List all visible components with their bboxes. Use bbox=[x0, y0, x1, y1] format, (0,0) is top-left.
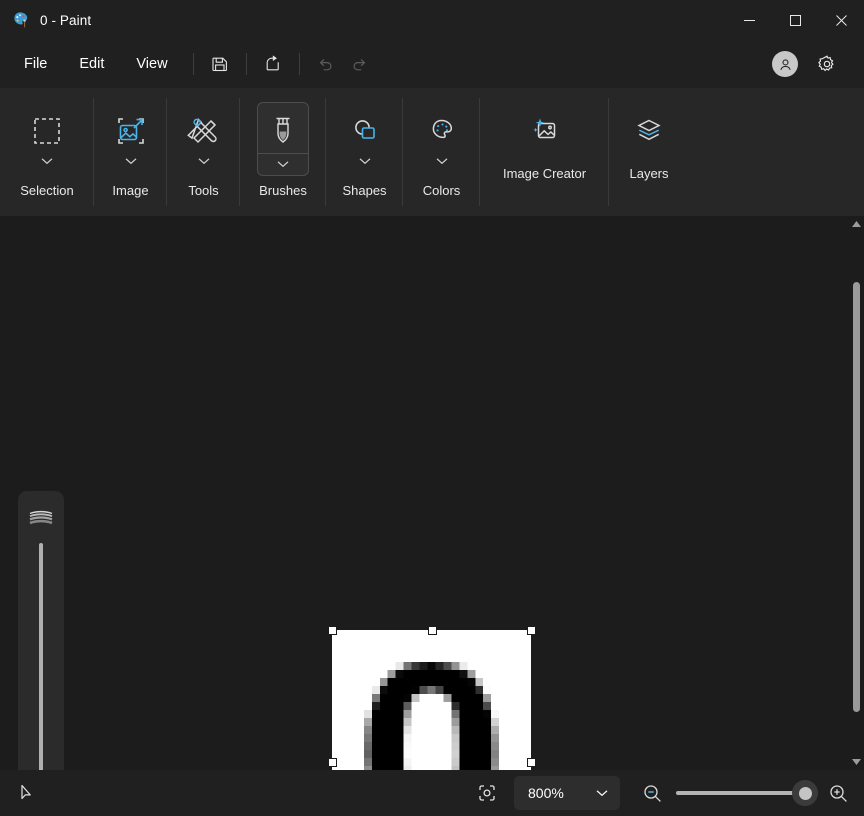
zoom-level-dropdown[interactable]: 800% bbox=[514, 776, 620, 810]
ribbon-label-colors: Colors bbox=[422, 183, 461, 198]
image-creator-button[interactable] bbox=[519, 102, 571, 159]
menu-file[interactable]: File bbox=[10, 50, 61, 78]
fit-to-screen-icon[interactable] bbox=[470, 778, 504, 808]
title-bar-left: 0 - Paint bbox=[0, 11, 91, 29]
chevron-down-icon bbox=[179, 153, 229, 169]
minimize-button[interactable] bbox=[726, 0, 772, 40]
canvas-workspace[interactable] bbox=[0, 216, 864, 770]
layers-stack-icon bbox=[632, 112, 666, 150]
paint-palette-icon bbox=[12, 11, 30, 29]
brush-tip-icon bbox=[267, 112, 299, 150]
selection-handle-top-left[interactable] bbox=[328, 626, 337, 635]
scrollbar-thumb[interactable] bbox=[853, 282, 860, 712]
image-button[interactable] bbox=[105, 102, 157, 176]
ribbon-label-tools: Tools bbox=[188, 183, 219, 198]
menu-separator bbox=[298, 53, 300, 75]
colors-button[interactable] bbox=[416, 102, 468, 176]
ribbon-group-brushes: Brushes bbox=[240, 88, 326, 216]
ribbon-group-image-creator: Image Creator bbox=[480, 88, 609, 216]
menu-separator bbox=[192, 53, 194, 75]
shapes-button[interactable] bbox=[339, 102, 391, 176]
window-title: 0 - Paint bbox=[40, 12, 92, 28]
chevron-down-icon bbox=[22, 153, 72, 169]
chevron-down-icon bbox=[596, 789, 608, 797]
chevron-down-icon bbox=[106, 153, 156, 169]
gear-icon[interactable] bbox=[810, 48, 844, 80]
menu-edit[interactable]: Edit bbox=[65, 50, 118, 78]
zoom-level-value: 800% bbox=[528, 785, 564, 801]
selection-handle-top-right[interactable] bbox=[527, 626, 536, 635]
undo-icon[interactable] bbox=[309, 48, 343, 80]
share-icon[interactable] bbox=[256, 48, 290, 80]
mouse-pointer-icon bbox=[12, 784, 42, 802]
ribbon-group-colors: Colors bbox=[403, 88, 480, 216]
window-controls bbox=[726, 0, 864, 40]
ribbon-group-tools: Tools bbox=[167, 88, 240, 216]
ribbon-group-layers: Layers bbox=[609, 88, 689, 216]
image-resize-icon bbox=[114, 112, 148, 150]
zoom-slider-thumb[interactable] bbox=[792, 780, 818, 806]
menu-separator bbox=[245, 53, 247, 75]
tools-button[interactable] bbox=[178, 102, 230, 176]
title-bar: 0 - Paint bbox=[0, 0, 864, 40]
menu-bar-right bbox=[772, 48, 852, 80]
vertical-scrollbar[interactable] bbox=[849, 216, 864, 770]
image-sparkle-icon bbox=[528, 112, 562, 150]
ribbon-label-layers: Layers bbox=[629, 166, 669, 181]
menu-bar: File Edit View bbox=[0, 40, 864, 88]
ribbon-label-selection: Selection bbox=[20, 183, 74, 198]
ribbon-label-image-creator: Image Creator bbox=[502, 166, 587, 181]
ribbon-label-image: Image bbox=[112, 183, 149, 198]
circle-square-icon bbox=[348, 112, 382, 150]
selection-button[interactable] bbox=[21, 102, 73, 176]
ribbon-label-brushes: Brushes bbox=[259, 183, 307, 198]
status-bar-right: 800% bbox=[470, 776, 852, 810]
close-button[interactable] bbox=[818, 0, 864, 40]
zoom-in-icon[interactable] bbox=[824, 779, 852, 807]
maximize-button[interactable] bbox=[772, 0, 818, 40]
brush-size-slider-track[interactable] bbox=[39, 543, 43, 770]
color-palette-icon bbox=[425, 112, 459, 150]
zoom-out-icon[interactable] bbox=[638, 779, 666, 807]
ribbon-group-shapes: Shapes bbox=[326, 88, 403, 216]
save-icon[interactable] bbox=[203, 48, 237, 80]
scrollbar-track[interactable] bbox=[849, 232, 864, 754]
account-icon[interactable] bbox=[772, 51, 798, 77]
pencil-brush-icon bbox=[186, 112, 221, 150]
ribbon-group-selection: Selection bbox=[0, 88, 94, 216]
scroll-up-arrow-icon[interactable] bbox=[849, 216, 864, 232]
selection-dashed-square-icon bbox=[30, 112, 64, 150]
ribbon-group-image: Image bbox=[94, 88, 167, 216]
canvas-viewport[interactable] bbox=[0, 216, 849, 770]
status-bar: 800% bbox=[0, 770, 864, 816]
selection-region[interactable] bbox=[328, 626, 536, 770]
brush-stroke-preview-icon bbox=[27, 505, 55, 531]
selection-outline bbox=[332, 630, 531, 770]
chevron-down-icon bbox=[258, 153, 308, 171]
scroll-down-arrow-icon[interactable] bbox=[849, 754, 864, 770]
selection-handle-middle-right[interactable] bbox=[527, 758, 536, 767]
menu-view[interactable]: View bbox=[122, 50, 181, 78]
brush-size-panel bbox=[18, 491, 64, 770]
chevron-down-icon bbox=[417, 153, 467, 169]
selection-handle-middle-left[interactable] bbox=[328, 758, 337, 767]
zoom-slider[interactable] bbox=[676, 779, 818, 807]
layers-button[interactable] bbox=[623, 102, 675, 159]
chevron-down-icon bbox=[340, 153, 390, 169]
redo-icon[interactable] bbox=[343, 48, 377, 80]
selection-handle-top-center[interactable] bbox=[427, 626, 437, 635]
brushes-button[interactable] bbox=[257, 102, 309, 176]
ribbon-label-shapes: Shapes bbox=[342, 183, 387, 198]
zoom-controls bbox=[638, 779, 852, 807]
paint-window: 0 - Paint File Edit View Selection Image… bbox=[0, 0, 864, 816]
ribbon-toolbar: Selection Image Tools Brushes Shapes Col… bbox=[0, 88, 864, 216]
